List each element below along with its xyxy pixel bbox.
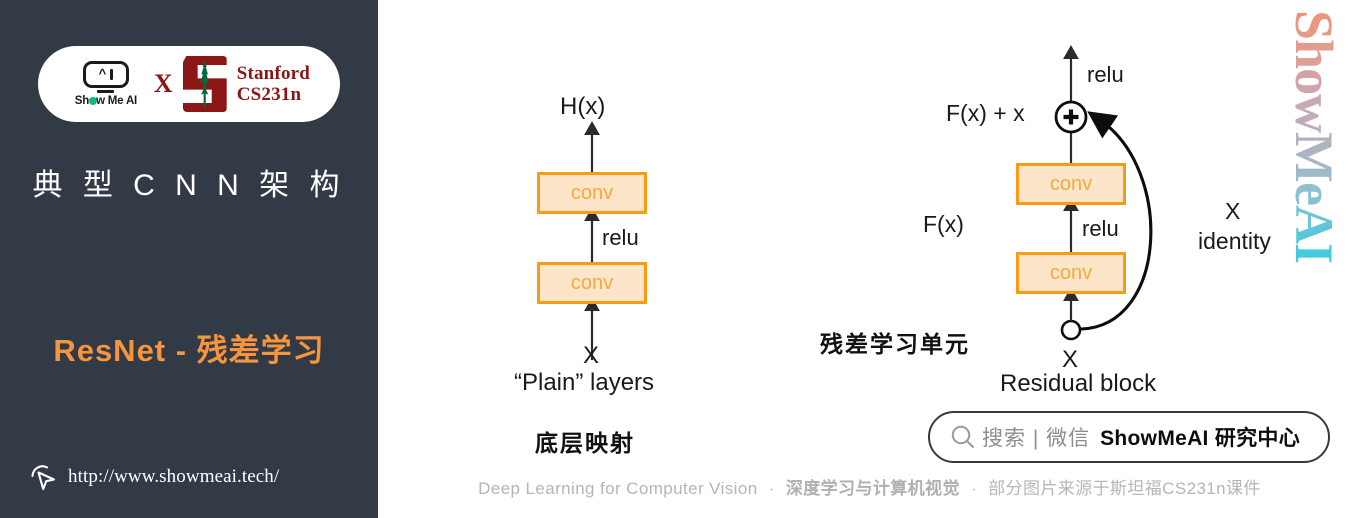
stanford-s-logo-icon: [182, 56, 227, 112]
plain-relu-label: relu: [602, 225, 639, 250]
logo-dot-icon: [88, 97, 97, 105]
plain-cn-caption: 底层映射: [535, 430, 635, 456]
caret-glyph: ^: [98, 66, 107, 81]
cursor-pointer-icon: [28, 462, 58, 492]
residual-conv-box-top: conv: [1016, 163, 1126, 205]
showmeai-watermark: ShowMeAI: [1284, 10, 1345, 310]
plain-output-label: H(x): [560, 93, 606, 120]
residual-cn-caption: 残差学习单元: [820, 331, 970, 357]
page-subtitle: ResNet - 残差学习: [53, 333, 325, 368]
page-title: 典 型 C N N 架 构: [32, 169, 346, 202]
bar-glyph: [110, 69, 114, 80]
plain-caption: “Plain” layers: [514, 369, 655, 396]
plain-conv-box-bottom: conv: [537, 262, 647, 304]
logo-stand: [97, 90, 115, 93]
slide-root: ^ Sh w Me AI X Stanford CS231n 典 型 C N N …: [0, 0, 1361, 518]
footer-separator-1: ·: [768, 479, 775, 498]
plain-conv-box-top: conv: [537, 172, 647, 214]
website-url-row[interactable]: http://www.showmeai.tech/: [28, 462, 279, 492]
residual-sum-label: F(x) + x: [946, 100, 1025, 126]
footer-credit: Deep Learning for Computer Vision · 深度学习…: [378, 474, 1361, 499]
logo-badge: ^ Sh w Me AI X Stanford CS231n: [38, 46, 340, 122]
residual-fx-label: F(x): [923, 211, 964, 237]
stanford-name: Stanford: [236, 62, 311, 84]
showmeai-robot-icon: ^: [82, 61, 129, 88]
showmeai-logo: ^ Sh w Me AI: [68, 61, 144, 107]
search-brand-label: ShowMeAI 研究中心: [1100, 427, 1301, 450]
showmeai-wordmark: Sh w Me AI: [74, 95, 138, 107]
residual-caption: Residual block: [1000, 370, 1157, 397]
footer-part-cn: 深度学习与计算机视觉: [785, 479, 960, 498]
residual-identity-label-x: X: [1225, 198, 1241, 224]
collab-cross-label: X: [153, 69, 173, 98]
residual-conv-box-bottom: conv: [1016, 252, 1126, 294]
stanford-course-code: CS231n: [236, 84, 302, 105]
footer-separator-2: ·: [970, 479, 978, 498]
stanford-course-label: Stanford CS231n: [237, 63, 310, 106]
residual-relu-label: relu: [1082, 216, 1119, 241]
footer-part-source: 部分图片来源于斯坦福CS231n课件: [988, 479, 1261, 498]
website-url-label[interactable]: http://www.showmeai.tech/: [68, 466, 279, 488]
wechat-search-pill[interactable]: 搜索 | 微信 ShowMeAI 研究中心: [928, 411, 1330, 463]
search-placeholder-label: 搜索 | 微信: [982, 427, 1091, 450]
footer-part-en: Deep Learning for Computer Vision: [478, 479, 758, 498]
search-icon: [948, 422, 978, 452]
sidebar: ^ Sh w Me AI X Stanford CS231n 典 型 C N N …: [0, 0, 378, 518]
residual-identity-label: identity: [1198, 228, 1271, 254]
plain-input-label: X: [583, 342, 600, 369]
residual-top-relu-label: relu: [1087, 62, 1124, 87]
